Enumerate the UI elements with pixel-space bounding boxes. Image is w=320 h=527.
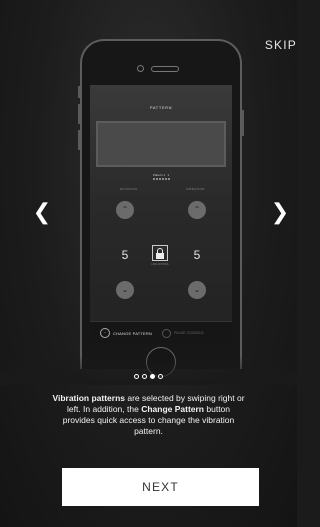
phone-mockup: PATTERN Pattern 1 1 ROTATION VIBRATION ⌃…	[80, 39, 242, 377]
onboarding-screen: SKIP ❮ ❯ PATTERN Pattern 1 1 ROTATION VI…	[0, 0, 297, 527]
lock-caption: LINK ACTIONS	[151, 263, 169, 266]
change-pattern-button: ~ CHANGE PATTERN	[90, 328, 152, 338]
vibration-up-icon: ⌃	[188, 201, 206, 219]
skip-button[interactable]: SKIP	[265, 38, 297, 52]
phone-side-button	[78, 86, 80, 98]
chevron-right-icon[interactable]: ❯	[270, 200, 290, 226]
pattern-indicator: Pattern 1 1	[90, 173, 232, 180]
rotation-label: ROTATION	[120, 187, 138, 191]
description-bold-2: Change Pattern	[141, 404, 205, 414]
phone-bottom-bar: ~ CHANGE PATTERN PAUSE CONSOLE	[90, 321, 232, 343]
pattern-dots	[90, 178, 232, 180]
change-pattern-label: CHANGE PATTERN	[113, 330, 153, 336]
vibration-value: 5	[193, 248, 201, 262]
pause-label: PAUSE CONSOLE	[174, 331, 204, 335]
pattern-preview	[96, 121, 226, 167]
chevron-left-icon[interactable]: ❮	[32, 200, 52, 226]
next-button[interactable]: NEXT	[62, 468, 259, 506]
status-bar	[90, 85, 232, 94]
pause-console-button: PAUSE CONSOLE	[162, 328, 204, 338]
speaker-icon	[151, 66, 179, 72]
description-bold-1: Vibration patterns	[52, 393, 126, 403]
rotation-up-icon: ⌃	[116, 201, 134, 219]
lock-icon	[152, 245, 168, 261]
rotation-down-icon: ⌄	[116, 281, 134, 299]
pause-icon	[162, 328, 172, 338]
phone-side-button	[78, 130, 80, 150]
vibration-label: VIBRATION	[186, 187, 205, 191]
pattern-count: 1	[167, 173, 170, 177]
phone-side-button	[78, 104, 80, 124]
phone-screen-title: PATTERN	[149, 105, 173, 110]
wave-icon: ~	[100, 328, 110, 338]
phone-side-button	[242, 110, 244, 136]
page-dot[interactable]	[158, 374, 163, 379]
camera-icon	[137, 65, 144, 72]
page-dot[interactable]	[134, 374, 139, 379]
pattern-label: Pattern 1	[152, 173, 165, 177]
phone-nav-bar	[90, 94, 232, 104]
phone-display: PATTERN Pattern 1 1 ROTATION VIBRATION ⌃…	[90, 85, 232, 343]
page-indicator	[0, 374, 297, 379]
page-dot[interactable]	[142, 374, 147, 379]
phone-fade	[0, 355, 297, 385]
rotation-value: 5	[121, 248, 129, 262]
page-dot-active[interactable]	[150, 374, 155, 379]
description-text: Vibration patterns are selected by swipi…	[50, 393, 247, 437]
vibration-down-icon: ⌄	[188, 281, 206, 299]
